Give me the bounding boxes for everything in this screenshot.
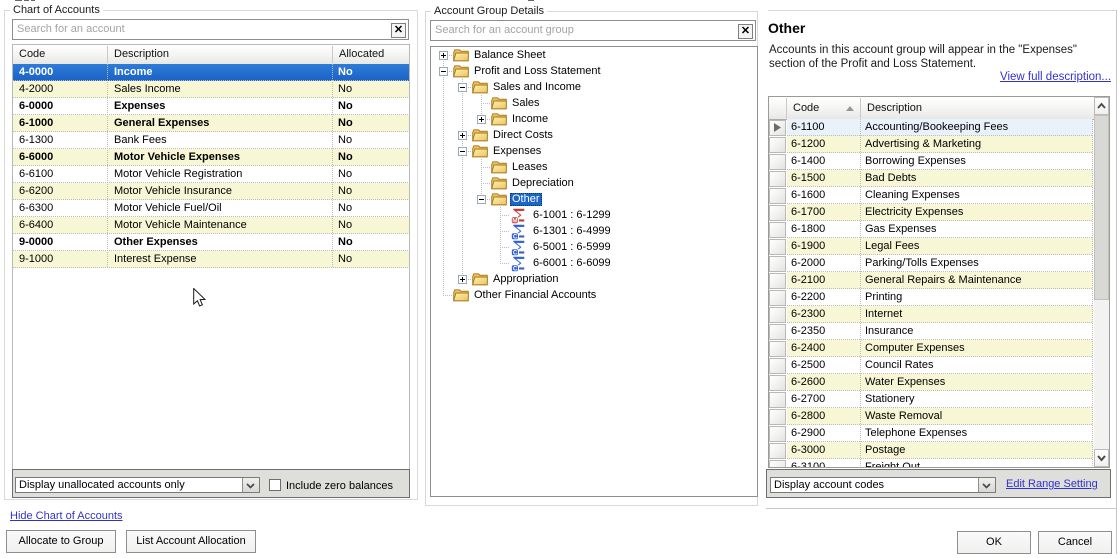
svg-text:M: M — [512, 217, 517, 224]
svg-text:C: C — [513, 233, 518, 240]
svg-text:C: C — [513, 249, 518, 256]
